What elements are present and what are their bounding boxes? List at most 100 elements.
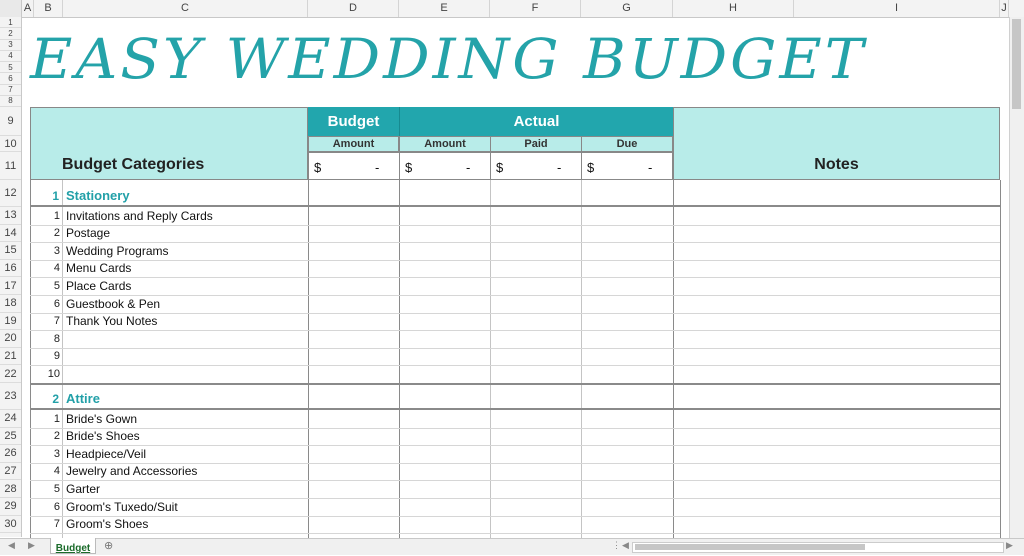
budget-item[interactable]: Jewelry and Accessories: [66, 464, 197, 478]
sheet-tab-bar: ◀ ▶ Budget ⊕ ⋮ ◀ ▶: [0, 538, 1024, 555]
budget-item[interactable]: Invitations and Reply Cards: [66, 209, 213, 223]
row-header-15[interactable]: 15: [0, 242, 21, 260]
item-number: 7: [53, 315, 60, 328]
grid-vline: [30, 180, 31, 538]
row-header-10[interactable]: 10: [0, 136, 21, 152]
row-header-22[interactable]: 22: [0, 365, 21, 383]
row-header-8[interactable]: 8: [0, 96, 21, 107]
column-header-c[interactable]: C: [63, 0, 308, 17]
row-header-21[interactable]: 21: [0, 348, 21, 366]
column-header-f[interactable]: F: [490, 0, 581, 17]
row-header-23[interactable]: 23: [0, 383, 21, 410]
column-header-h[interactable]: H: [673, 0, 794, 17]
row-header-9[interactable]: 9: [0, 107, 21, 136]
prev-sheet-icon[interactable]: ◀: [8, 540, 15, 551]
budget-amount-total-cell[interactable]: [308, 152, 400, 180]
row-header-19[interactable]: 19: [0, 313, 21, 331]
row-header-30[interactable]: 30: [0, 516, 21, 534]
category-number: 2: [52, 392, 59, 406]
row-header-11[interactable]: 11: [0, 152, 21, 180]
due-header[interactable]: Due: [581, 136, 673, 152]
category-stationery[interactable]: Stationery: [66, 188, 130, 203]
column-header-i[interactable]: I: [794, 0, 1000, 17]
column-header-b[interactable]: B: [34, 0, 63, 17]
row-header-12[interactable]: 12: [0, 180, 21, 207]
column-header-j[interactable]: J: [1000, 0, 1009, 17]
budget-item[interactable]: Headpiece/Veil: [66, 447, 146, 461]
sheet-tab-budget[interactable]: Budget: [50, 538, 96, 554]
column-header-a[interactable]: A: [22, 0, 34, 17]
row-header-3[interactable]: 3: [0, 40, 21, 51]
grid-hline: [30, 365, 1000, 367]
column-header-d[interactable]: D: [308, 0, 399, 17]
actual-header[interactable]: Actual: [399, 107, 673, 136]
grid-hline: [30, 533, 1000, 535]
column-header-g[interactable]: G: [581, 0, 673, 17]
row-header-14[interactable]: 14: [0, 225, 21, 243]
row-header-16[interactable]: 16: [0, 260, 21, 278]
row-header-1[interactable]: 1: [0, 17, 21, 29]
row-header-4[interactable]: 4: [0, 51, 21, 62]
item-number: 4: [53, 262, 60, 275]
row-header-25[interactable]: 25: [0, 428, 21, 446]
grid-hline: [30, 408, 1000, 410]
row-header-28[interactable]: 28: [0, 480, 21, 498]
actual-amount-total-cell[interactable]: [399, 152, 491, 180]
budget-item[interactable]: Place Cards: [66, 279, 131, 293]
grid-hline: [30, 277, 1000, 279]
budget-item[interactable]: Guestbook & Pen: [66, 297, 160, 311]
sheet-tab-label: Budget: [55, 543, 91, 554]
tab-splitter-icon[interactable]: ⋮: [612, 540, 621, 551]
budget-amount-total-currency: $: [314, 160, 322, 175]
next-sheet-icon[interactable]: ▶: [28, 540, 35, 551]
row-header-24[interactable]: 24: [0, 410, 21, 428]
budget-item[interactable]: Menu Cards: [66, 261, 131, 275]
vertical-scrollbar[interactable]: [1009, 17, 1024, 538]
budget-item[interactable]: Postage: [66, 226, 110, 240]
row-header-20[interactable]: 20: [0, 330, 21, 348]
item-number: 6: [53, 297, 60, 310]
budget-item[interactable]: Wedding Programs: [66, 244, 169, 258]
category-number: 1: [52, 189, 59, 203]
row-header-27[interactable]: 27: [0, 463, 21, 481]
budget-item[interactable]: Bride's Gown: [66, 412, 137, 426]
add-sheet-icon[interactable]: ⊕: [104, 539, 113, 552]
row-header-29[interactable]: 29: [0, 498, 21, 516]
budget-header[interactable]: Budget: [308, 107, 399, 136]
item-number: 4: [53, 465, 60, 478]
scroll-thumb[interactable]: [1012, 19, 1021, 109]
budget-item[interactable]: Garter: [66, 482, 100, 496]
grid-vline: [673, 180, 674, 538]
row-header-18[interactable]: 18: [0, 295, 21, 313]
budget-amount-header[interactable]: Amount: [308, 136, 399, 152]
row-header-6[interactable]: 6: [0, 73, 21, 85]
horizontal-scroll-thumb[interactable]: [635, 544, 865, 550]
row-header-26[interactable]: 26: [0, 445, 21, 463]
horizontal-scrollbar[interactable]: [632, 542, 1004, 553]
budget-item[interactable]: Bride's Shoes: [66, 429, 140, 443]
budget-item[interactable]: Groom's Tuxedo/Suit: [66, 500, 178, 514]
row-header-2[interactable]: 2: [0, 28, 21, 40]
sheet-title: EASY WEDDING BUDGET: [30, 26, 867, 92]
grid-hline: [30, 312, 1000, 314]
row-header-17[interactable]: 17: [0, 277, 21, 295]
select-all-corner[interactable]: [0, 0, 22, 17]
row-header-5[interactable]: 5: [0, 62, 21, 74]
row-header-7[interactable]: 7: [0, 85, 21, 96]
grid-hline: [30, 242, 1000, 244]
actual-amount-total-currency: $: [405, 160, 413, 175]
grid-hline: [30, 205, 1000, 207]
budget-item[interactable]: Thank You Notes: [66, 314, 157, 328]
paid-header[interactable]: Paid: [490, 136, 582, 152]
due-total-cell[interactable]: [581, 152, 673, 180]
scroll-right-icon[interactable]: ▶: [1006, 540, 1013, 551]
paid-total-cell[interactable]: [490, 152, 582, 180]
category-attire[interactable]: Attire: [66, 391, 100, 406]
item-number: 5: [53, 482, 60, 495]
column-header-e[interactable]: E: [399, 0, 490, 17]
row-header-13[interactable]: 13: [0, 207, 21, 225]
notes-header: Notes: [814, 156, 859, 173]
scroll-left-icon[interactable]: ◀: [622, 540, 629, 551]
actual-amount-header[interactable]: Amount: [399, 136, 491, 152]
budget-item[interactable]: Groom's Shoes: [66, 517, 148, 531]
